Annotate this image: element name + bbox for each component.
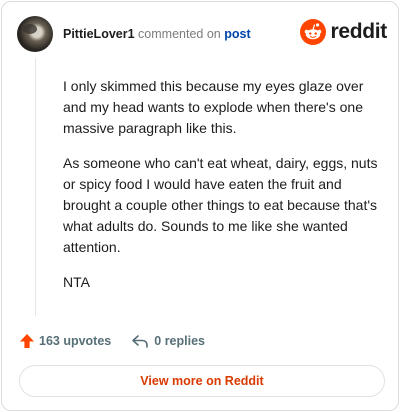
action-text: commented on bbox=[138, 27, 221, 41]
reply-count: 0 replies bbox=[154, 334, 205, 348]
reddit-wordmark: reddit bbox=[330, 20, 387, 43]
reddit-snoo-icon bbox=[300, 19, 327, 45]
comment-footer: 163 upvotes 0 replies bbox=[19, 331, 205, 351]
reddit-logo[interactable]: reddit bbox=[300, 18, 387, 46]
username-link[interactable]: PittieLover1 bbox=[63, 27, 135, 41]
post-link[interactable]: post bbox=[224, 27, 250, 41]
comment-paragraph: As someone who can't eat wheat, dairy, e… bbox=[63, 155, 378, 255]
comment-paragraph: I only skimmed this because my eyes glaz… bbox=[63, 78, 364, 136]
reply-arrow-icon bbox=[132, 335, 149, 348]
upvote-arrow-icon bbox=[20, 334, 34, 348]
thread-line bbox=[35, 58, 36, 316]
upvote-button[interactable]: 163 upvotes bbox=[19, 333, 111, 349]
comment-paragraph: NTA bbox=[63, 274, 90, 290]
reply-button[interactable]: 0 replies bbox=[131, 333, 205, 349]
upvote-count: 163 upvotes bbox=[39, 334, 112, 348]
comment-meta: PittieLover1 commented on post bbox=[63, 27, 251, 41]
comment-body: I only skimmed this because my eyes glaz… bbox=[63, 76, 383, 307]
view-more-button[interactable]: View more on Reddit bbox=[19, 365, 385, 397]
user-avatar[interactable] bbox=[17, 16, 53, 52]
reddit-comment-card: PittieLover1 commented on post reddit I … bbox=[1, 1, 399, 411]
comment-header: PittieLover1 commented on post reddit bbox=[17, 16, 387, 56]
